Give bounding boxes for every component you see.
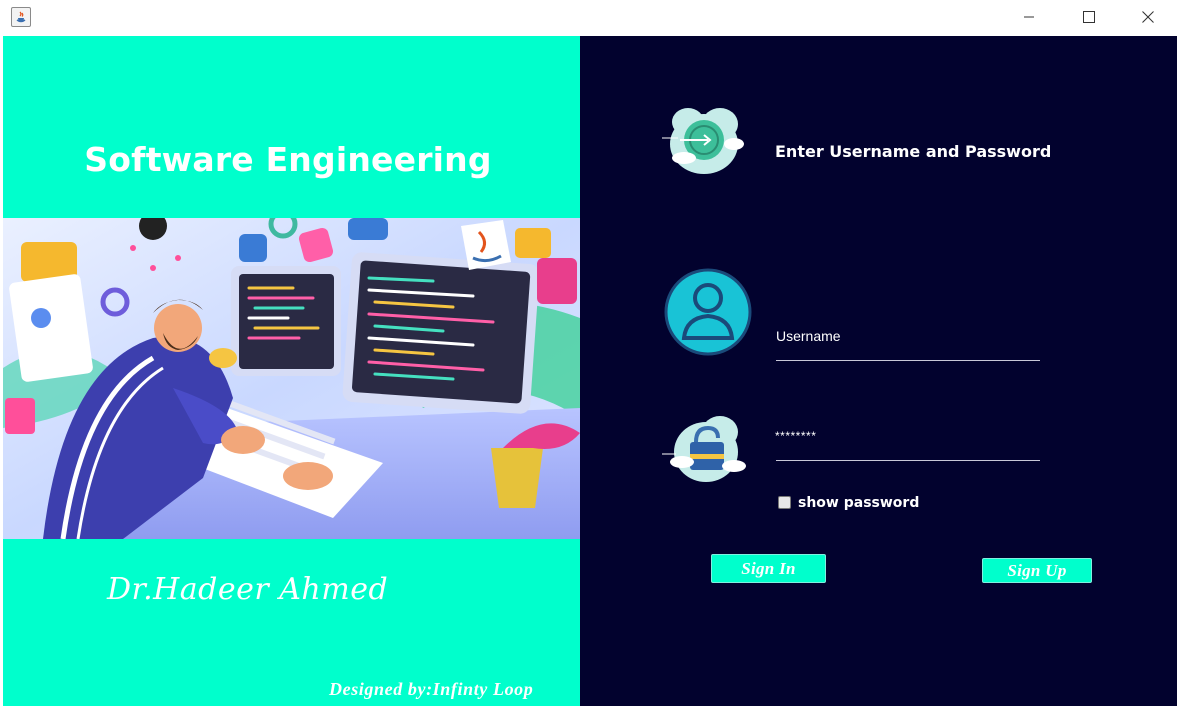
minimize-icon (1024, 16, 1034, 18)
designed-by-credit: Designed by:Infinty Loop (329, 679, 534, 699)
course-title: Software Engineering (84, 140, 492, 179)
password-input[interactable] (776, 460, 1040, 461)
close-icon (1142, 11, 1154, 23)
username-label: Username (776, 328, 841, 344)
branding-panel: Software Engineering Dr.Hadeer Ahmed Des… (3, 36, 580, 706)
show-password-checkbox[interactable] (778, 496, 791, 509)
user-avatar-icon (664, 268, 752, 361)
lock-cloud-icon (662, 410, 752, 491)
username-input[interactable] (776, 360, 1040, 361)
maximize-icon (1083, 11, 1095, 23)
minimize-button[interactable] (1006, 0, 1052, 34)
close-button[interactable] (1125, 0, 1171, 34)
java-app-icon[interactable] (11, 7, 31, 27)
sign-up-button[interactable]: Sign Up (982, 558, 1092, 583)
password-value: ******** (775, 429, 817, 443)
login-panel: Enter Username and Password Username ***… (580, 36, 1177, 706)
developer-illustration (3, 218, 580, 539)
window-title-bar (0, 0, 1177, 36)
login-cloud-icon (660, 100, 752, 185)
author-name: Dr.Hadeer Ahmed (107, 572, 389, 607)
show-password-label: show password (798, 495, 920, 511)
maximize-button[interactable] (1066, 0, 1112, 34)
login-header: Enter Username and Password (775, 142, 1052, 161)
sign-in-button[interactable]: Sign In (711, 554, 826, 583)
